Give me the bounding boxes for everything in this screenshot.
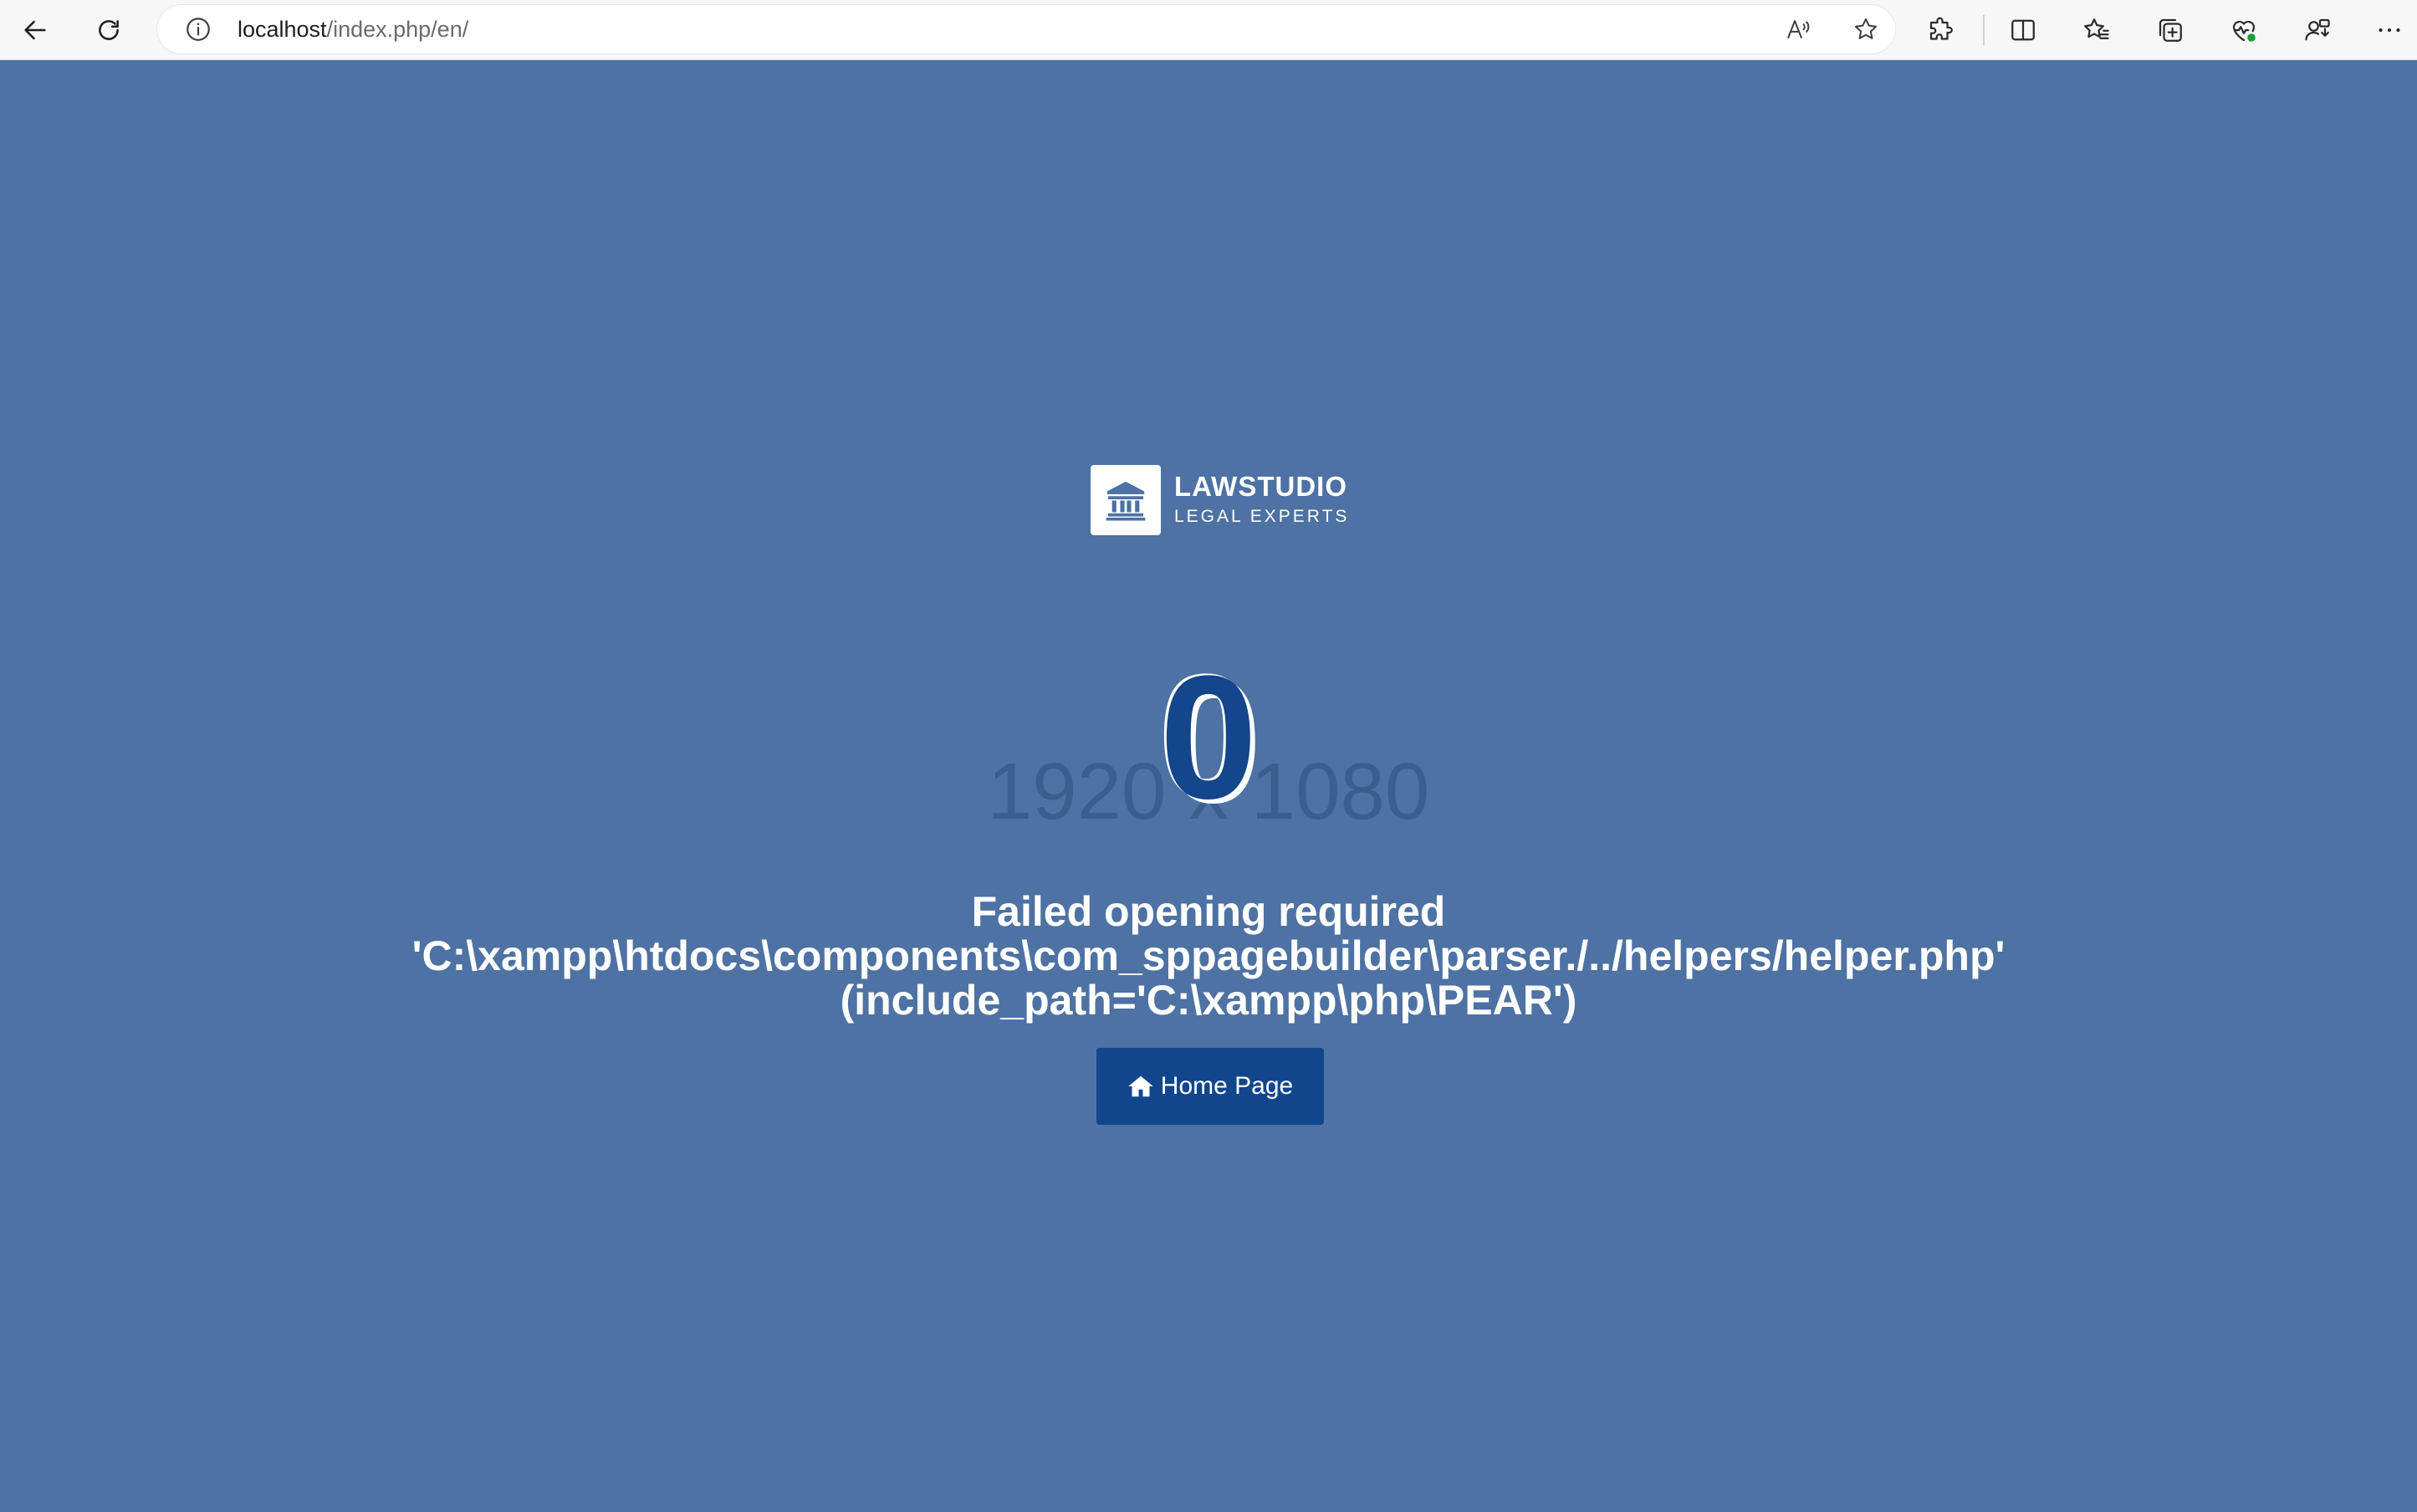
refresh-icon xyxy=(99,20,119,40)
error-message: Failed opening required 'C:\xampp\htdocs… xyxy=(411,888,2006,1024)
url-path: /index.php/en/ xyxy=(326,17,469,42)
courthouse-icon xyxy=(1106,481,1146,521)
logo-text: LAWSTUDIO LEGAL EXPERTS xyxy=(1174,471,1349,529)
more-menu-button[interactable] xyxy=(2372,13,2407,48)
site-logo[interactable]: LAWSTUDIO LEGAL EXPERTS xyxy=(1091,464,1349,536)
logo-subtitle: LEGAL EXPERTS xyxy=(1174,507,1350,526)
favorite-star-icon[interactable] xyxy=(1852,15,1880,43)
browser-essentials-button[interactable] xyxy=(2226,13,2261,48)
collections-button[interactable] xyxy=(2153,13,2188,48)
logo-title: LAWSTUDIO xyxy=(1174,471,1347,502)
favorites-icon xyxy=(2084,18,2109,39)
toolbar-divider xyxy=(1983,15,1985,45)
back-icon xyxy=(24,20,46,40)
profile-sync-button[interactable] xyxy=(2300,13,2335,48)
more-menu-icon xyxy=(2379,28,2400,33)
address-bar[interactable]: localhost/index.php/en/ xyxy=(157,5,1895,54)
split-screen-button[interactable] xyxy=(2006,13,2041,48)
refresh-button[interactable] xyxy=(87,8,130,52)
url-host: localhost xyxy=(238,17,327,42)
home-icon xyxy=(1128,1075,1153,1097)
extensions-icon xyxy=(1929,17,1953,40)
home-page-label: Home Page xyxy=(1160,1072,1294,1100)
home-page-button[interactable]: Home Page xyxy=(1096,1048,1324,1125)
error-code: 0 xyxy=(1159,639,1258,835)
collections-icon xyxy=(2159,18,2182,42)
url-text[interactable]: localhost/index.php/en/ xyxy=(238,5,468,54)
site-info-icon[interactable] xyxy=(184,15,212,43)
favorites-button[interactable] xyxy=(2079,13,2114,48)
back-button[interactable] xyxy=(13,8,57,52)
extensions-button[interactable] xyxy=(1924,13,1959,48)
read-aloud-icon[interactable] xyxy=(1785,15,1813,43)
browser-toolbar: localhost/index.php/en/ xyxy=(0,0,2417,60)
error-page: LAWSTUDIO LEGAL EXPERTS 1920 x 1080 0 Fa… xyxy=(0,60,2417,1512)
logo-mark xyxy=(1091,465,1161,535)
split-screen-icon xyxy=(2011,19,2035,41)
profile-sync-icon xyxy=(2305,18,2330,41)
browser-essentials-icon xyxy=(2232,20,2256,42)
